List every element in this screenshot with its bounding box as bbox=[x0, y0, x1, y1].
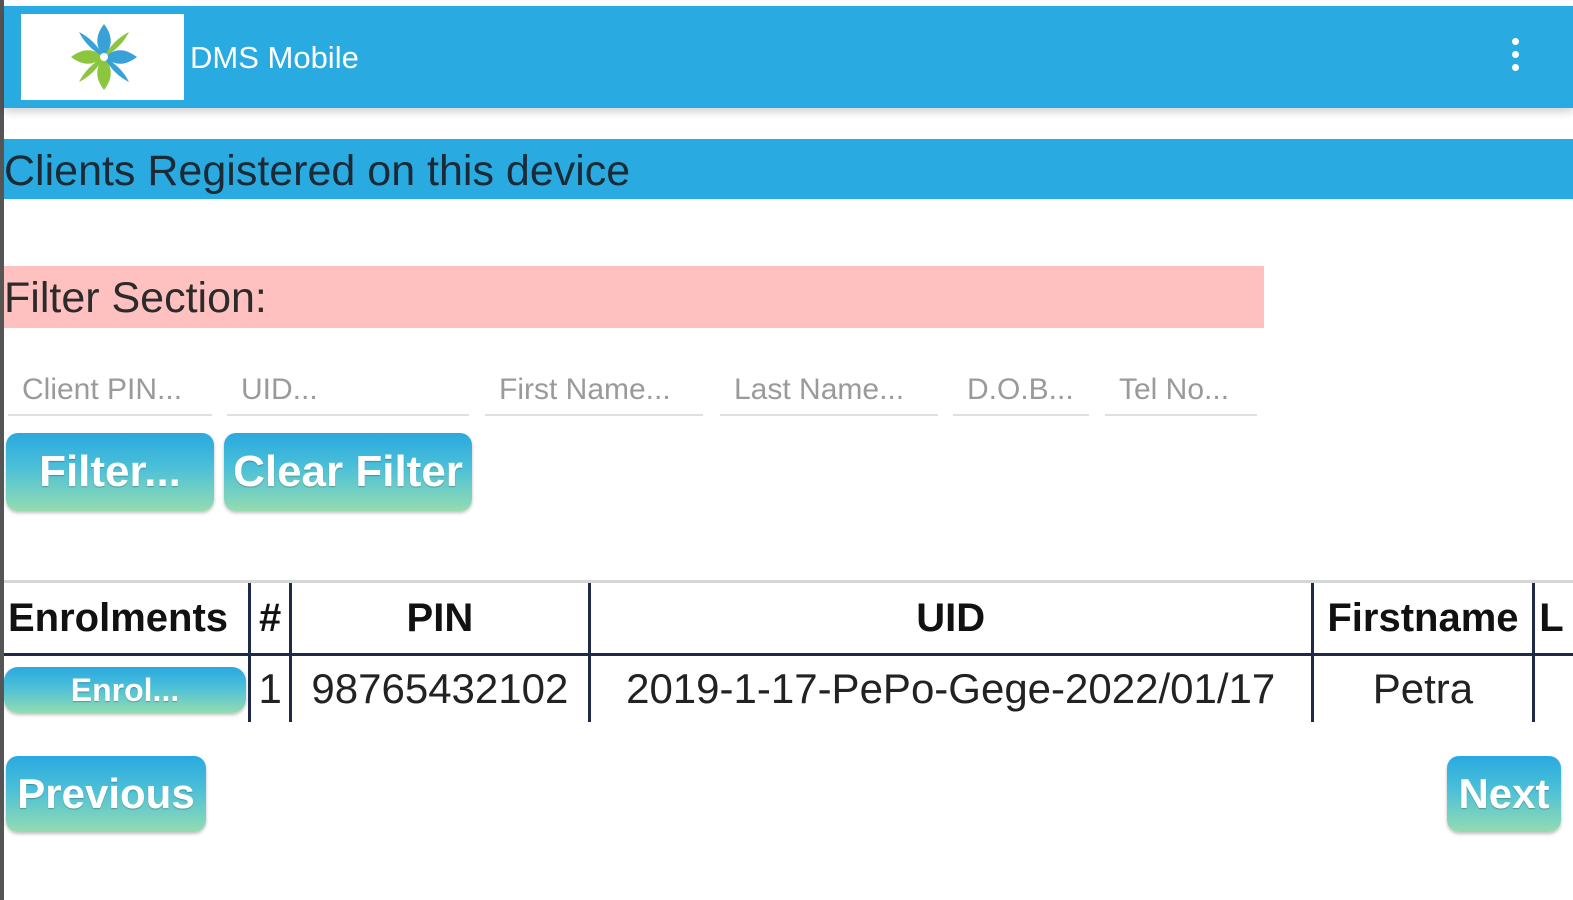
app-title: DMS Mobile bbox=[190, 40, 359, 75]
window-edge bbox=[0, 0, 4, 900]
column-header-lastname: L bbox=[1532, 580, 1573, 656]
tel-no-input[interactable] bbox=[1105, 366, 1257, 416]
app-logo bbox=[21, 14, 184, 100]
column-header-number: # bbox=[248, 580, 291, 656]
pin-cell: 98765432102 bbox=[289, 654, 590, 722]
enrolments-cell: Enrol... bbox=[4, 655, 250, 723]
page-heading: Clients Registered on this device bbox=[4, 147, 631, 195]
table-header-row: Enrolments # PIN UID Firstname L bbox=[4, 580, 1573, 656]
row-number-cell: 1 bbox=[248, 654, 291, 722]
clear-filter-button[interactable]: Clear Filter bbox=[224, 433, 472, 511]
dms-logo-icon bbox=[71, 24, 137, 90]
uid-input[interactable] bbox=[227, 366, 469, 416]
dob-input[interactable] bbox=[953, 366, 1089, 416]
previous-button[interactable]: Previous bbox=[6, 756, 206, 832]
enrol-button[interactable]: Enrol... bbox=[4, 666, 246, 713]
column-header-firstname: Firstname bbox=[1310, 580, 1534, 656]
column-header-uid: UID bbox=[587, 580, 1313, 656]
lastname-cell bbox=[1532, 654, 1573, 722]
filter-button[interactable]: Filter... bbox=[6, 433, 214, 511]
app-bar: DMS Mobile bbox=[4, 6, 1573, 108]
column-header-enrolments: Enrolments bbox=[4, 580, 250, 656]
filter-section-title: Filter Section: bbox=[4, 274, 267, 322]
column-header-pin: PIN bbox=[289, 580, 590, 656]
firstname-cell: Petra bbox=[1310, 654, 1534, 722]
screen: DMS Mobile Clients Registered on this de… bbox=[0, 0, 1573, 900]
page-heading-bar: Clients Registered on this device bbox=[4, 139, 1573, 199]
clients-table-container: Enrolments # PIN UID Firstname L Enrol..… bbox=[4, 580, 1573, 722]
next-button[interactable]: Next bbox=[1447, 756, 1561, 832]
first-name-input[interactable] bbox=[485, 366, 703, 416]
table-row[interactable]: Enrol... 1 98765432102 2019-1-17-PePo-Ge… bbox=[4, 654, 1573, 723]
client-pin-input[interactable] bbox=[8, 366, 212, 416]
clients-table: Enrolments # PIN UID Firstname L Enrol..… bbox=[4, 580, 1573, 722]
overflow-menu-icon[interactable] bbox=[1511, 38, 1521, 78]
uid-cell: 2019-1-17-PePo-Gege-2022/01/17 bbox=[587, 654, 1313, 722]
last-name-input[interactable] bbox=[720, 366, 938, 416]
filter-section-header: Filter Section: bbox=[4, 266, 1264, 328]
